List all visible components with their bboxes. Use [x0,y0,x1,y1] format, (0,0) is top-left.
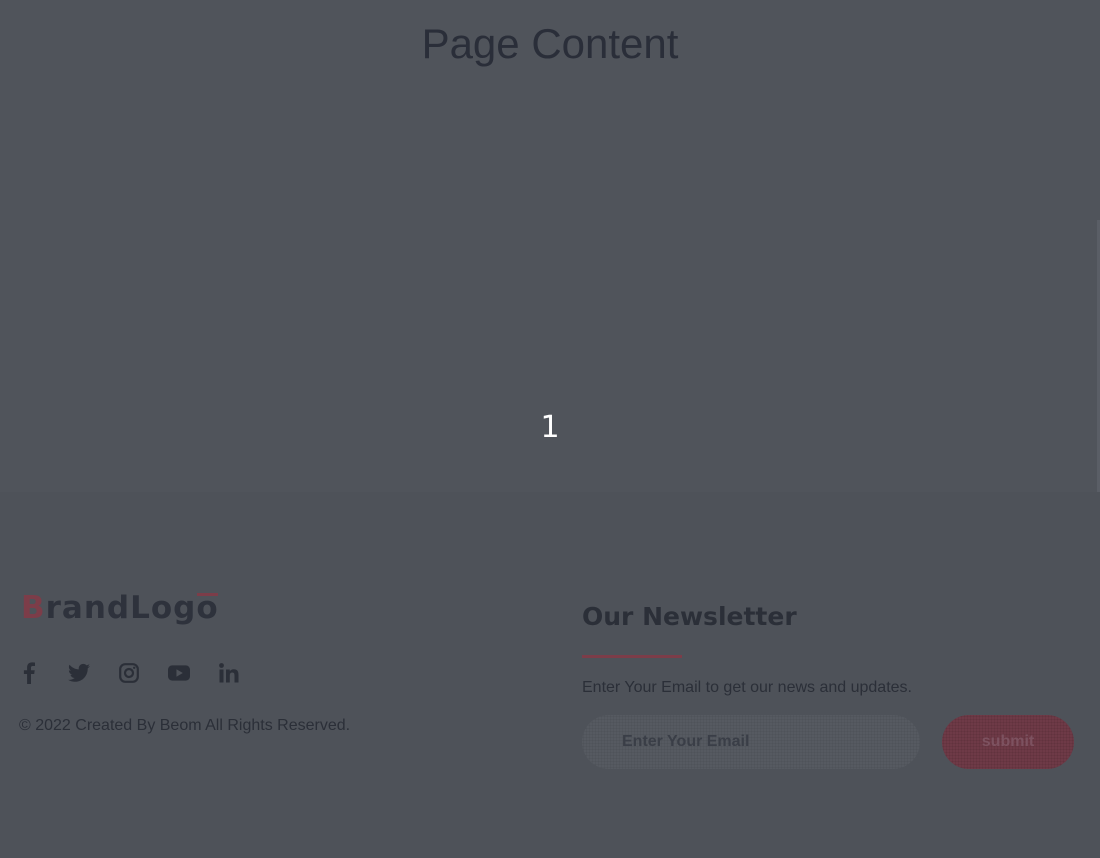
page-title: Page Content [421,20,679,67]
newsletter-description: Enter Your Email to get our news and upd… [582,679,912,696]
instagram-icon [119,663,139,683]
footer: BrandLog o © 2022 Created By Beom All Ri… [0,492,1100,858]
main-content: Page Content 1 [0,0,1100,492]
brand-logo-accent-bar [197,593,218,596]
email-input[interactable] [582,715,920,769]
social-links [18,662,268,684]
newsletter-title: Our Newsletter [582,602,797,631]
youtube-icon [168,665,190,681]
youtube-link[interactable] [168,662,190,684]
submit-button[interactable]: submit [942,715,1074,769]
linkedin-icon [219,663,239,683]
facebook-icon [23,662,35,684]
brand-logo-last: o [196,588,218,628]
instagram-link[interactable] [118,662,140,684]
brand-logo-middle: randLog [45,590,197,626]
brand-logo-first-letter: B [21,590,46,626]
newsletter-title-underline [582,655,682,658]
copyright-text: © 2022 Created By Beom All Rights Reserv… [19,717,351,734]
page-number: 1 [540,410,560,445]
facebook-link[interactable] [18,662,40,684]
brand-logo[interactable]: BrandLog o [21,588,219,628]
twitter-icon [68,663,90,682]
twitter-link[interactable] [68,662,90,684]
linkedin-link[interactable] [218,662,240,684]
